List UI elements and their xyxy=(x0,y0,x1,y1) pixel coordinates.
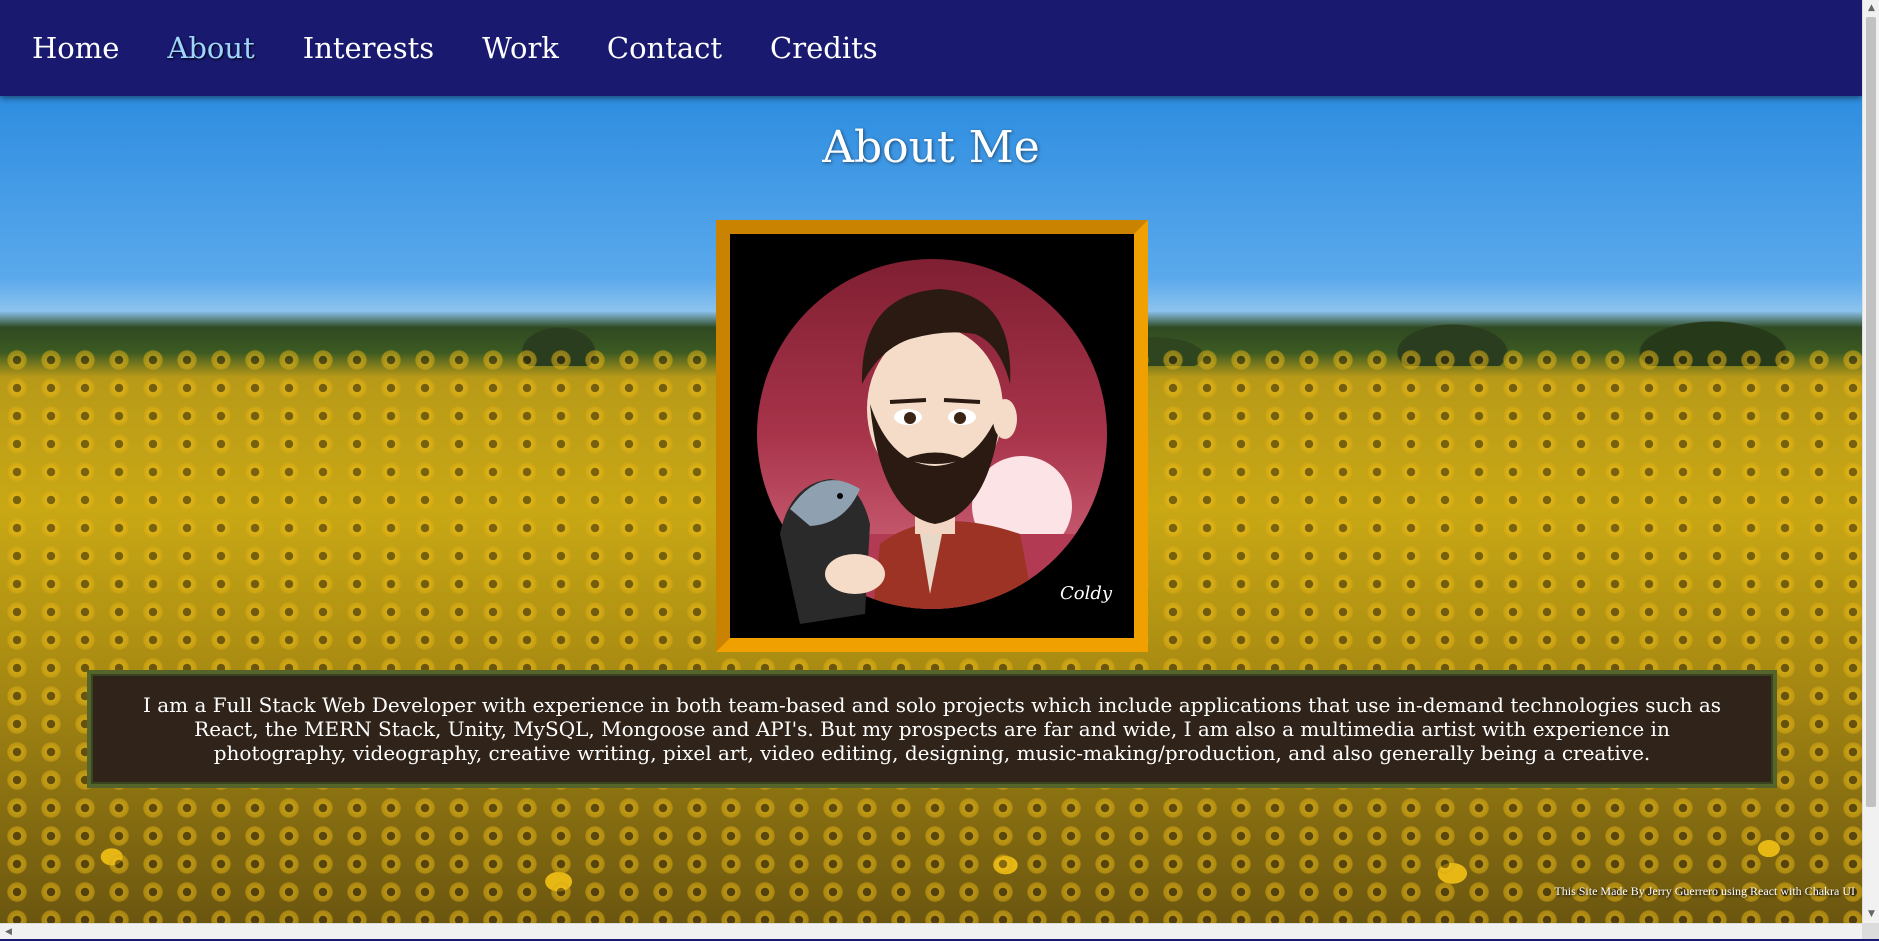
horizontal-scrollbar[interactable]: ◀ xyxy=(0,923,1862,939)
scroll-down-icon[interactable]: ▼ xyxy=(1863,906,1879,923)
vertical-scroll-thumb[interactable] xyxy=(1866,17,1876,807)
nav-home[interactable]: Home xyxy=(32,31,119,65)
vertical-scrollbar[interactable]: ▲ ▼ xyxy=(1862,0,1879,923)
bio-box: I am a Full Stack Web Developer with exp… xyxy=(87,670,1777,788)
nav-interests[interactable]: Interests xyxy=(303,31,434,65)
top-navbar: Home About Interests Work Contact Credit… xyxy=(0,0,1862,96)
nav-work[interactable]: Work xyxy=(482,31,559,65)
nav-credits[interactable]: Credits xyxy=(770,31,878,65)
avatar-illustration: Coldy xyxy=(730,234,1134,638)
nav-about[interactable]: About xyxy=(167,31,254,65)
scroll-left-icon[interactable]: ◀ xyxy=(0,924,17,941)
signature-text: Coldy xyxy=(1060,583,1113,604)
nav-contact[interactable]: Contact xyxy=(607,31,722,65)
page-title: About Me xyxy=(822,122,1040,173)
bio-text: I am a Full Stack Web Developer with exp… xyxy=(142,693,1722,765)
scroll-up-icon[interactable]: ▲ xyxy=(1863,0,1879,17)
portrait-frame: Coldy xyxy=(716,220,1148,652)
footer-credit: This Site Made By Jerry Guerrero using R… xyxy=(1554,884,1855,898)
scrollbar-corner xyxy=(1862,923,1879,939)
